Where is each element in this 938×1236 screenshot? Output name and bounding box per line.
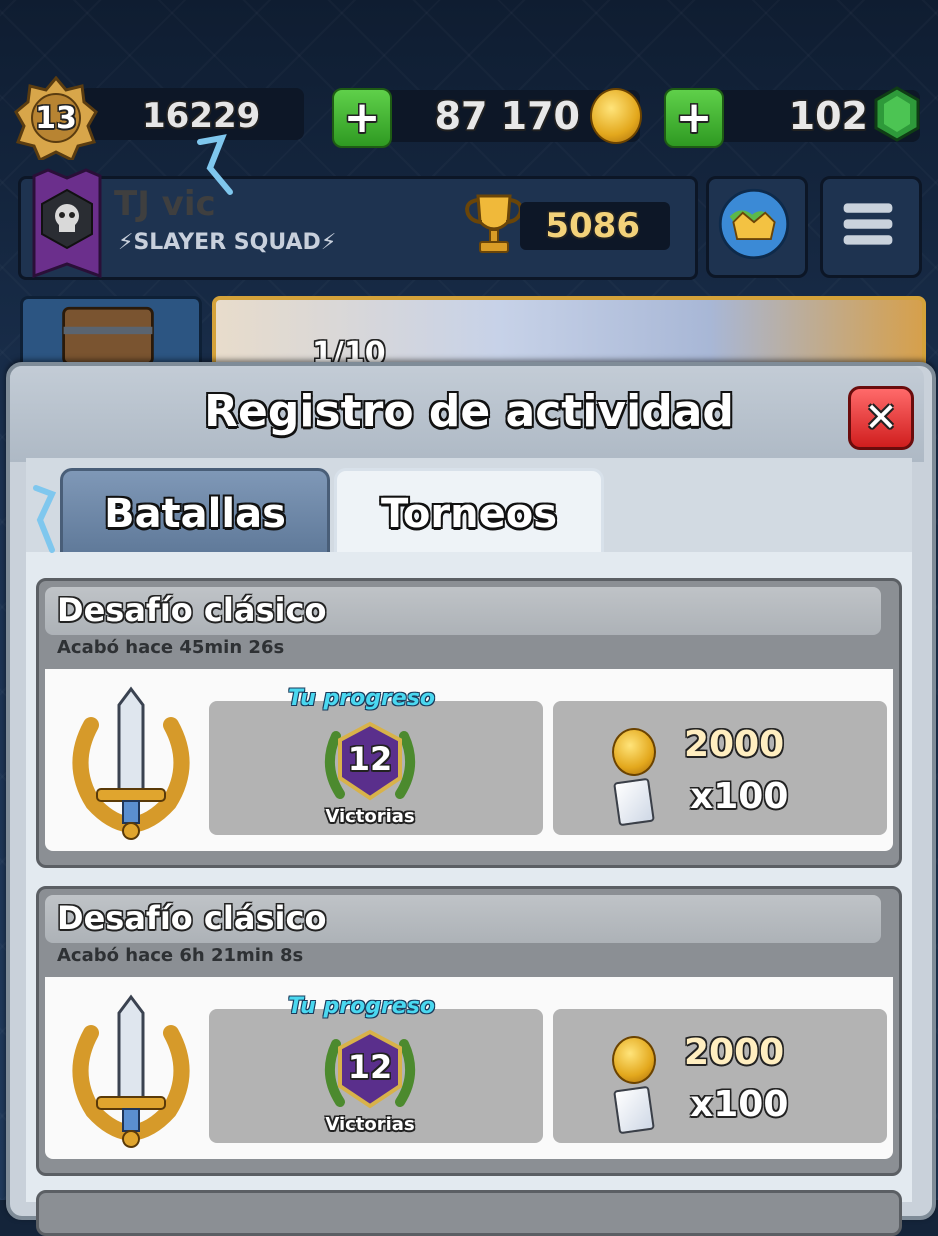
card-icon <box>613 777 655 827</box>
reward-gold: 2000 <box>684 1032 785 1073</box>
entry-ended-time: Acabó hace 45min 26s <box>57 637 285 658</box>
progress-label: Tu progreso <box>288 994 435 1019</box>
annotation-mark <box>197 134 233 195</box>
menu-button[interactable] <box>820 176 922 278</box>
level-value: 13 <box>35 100 77 136</box>
tournament-entry-partial[interactable] <box>36 1190 902 1236</box>
tab-batallas[interactable]: Batallas <box>60 468 330 557</box>
modal-title: Registro de actividad <box>204 386 734 437</box>
experience-value: 16229 <box>142 96 261 136</box>
clan-skull-badge-icon <box>32 168 102 279</box>
trophy-bar: 5086 <box>520 202 670 250</box>
gold-coin-icon <box>612 728 656 776</box>
card-icon <box>613 1085 655 1135</box>
entry-title: Desafío clásico <box>57 591 327 629</box>
gem-icon <box>874 86 920 142</box>
progress-label: Tu progreso <box>288 686 435 711</box>
menu-icon <box>843 203 893 245</box>
gold-coin-icon <box>612 1036 656 1084</box>
reward-cards: x100 <box>690 776 789 817</box>
sword-laurel-emblem-icon <box>72 994 190 1148</box>
buy-gold-button[interactable]: + <box>332 88 392 148</box>
annotation-mark <box>33 485 57 553</box>
close-button[interactable]: ✕ <box>848 386 914 450</box>
tab-torneos[interactable]: Torneos <box>334 468 604 557</box>
entry-title: Desafío clásico <box>57 899 327 937</box>
leaderboard-button[interactable] <box>706 176 808 278</box>
buy-gems-button[interactable]: + <box>664 88 724 148</box>
reward-cards: x100 <box>690 1084 789 1125</box>
level-badge[interactable]: 13 <box>14 76 98 160</box>
trophy-count: 5086 <box>545 206 640 246</box>
clan-name[interactable]: ⚡SLAYER SQUAD⚡ <box>118 230 336 255</box>
experience-bar[interactable]: 16229 <box>80 88 304 140</box>
gold-coin-icon <box>590 88 642 144</box>
wins-count: 12 <box>347 740 393 778</box>
gems-value: 102 <box>788 94 868 138</box>
tournament-entry[interactable]: Desafío clásico Acabó hace 45min 26s <box>36 578 902 868</box>
reward-gold: 2000 <box>684 724 785 765</box>
wins-count: 12 <box>347 1048 393 1086</box>
wins-label: Victorias <box>325 806 415 827</box>
tournament-entry[interactable]: Desafío clásico Acabó hace 6h 21min 8s <box>36 886 902 1176</box>
entry-ended-time: Acabó hace 6h 21min 8s <box>57 945 304 966</box>
wins-label: Victorias <box>325 1114 415 1135</box>
globe-crown-icon <box>718 188 790 260</box>
sword-laurel-emblem-icon <box>72 686 190 840</box>
gold-value: 87 170 <box>434 94 580 138</box>
